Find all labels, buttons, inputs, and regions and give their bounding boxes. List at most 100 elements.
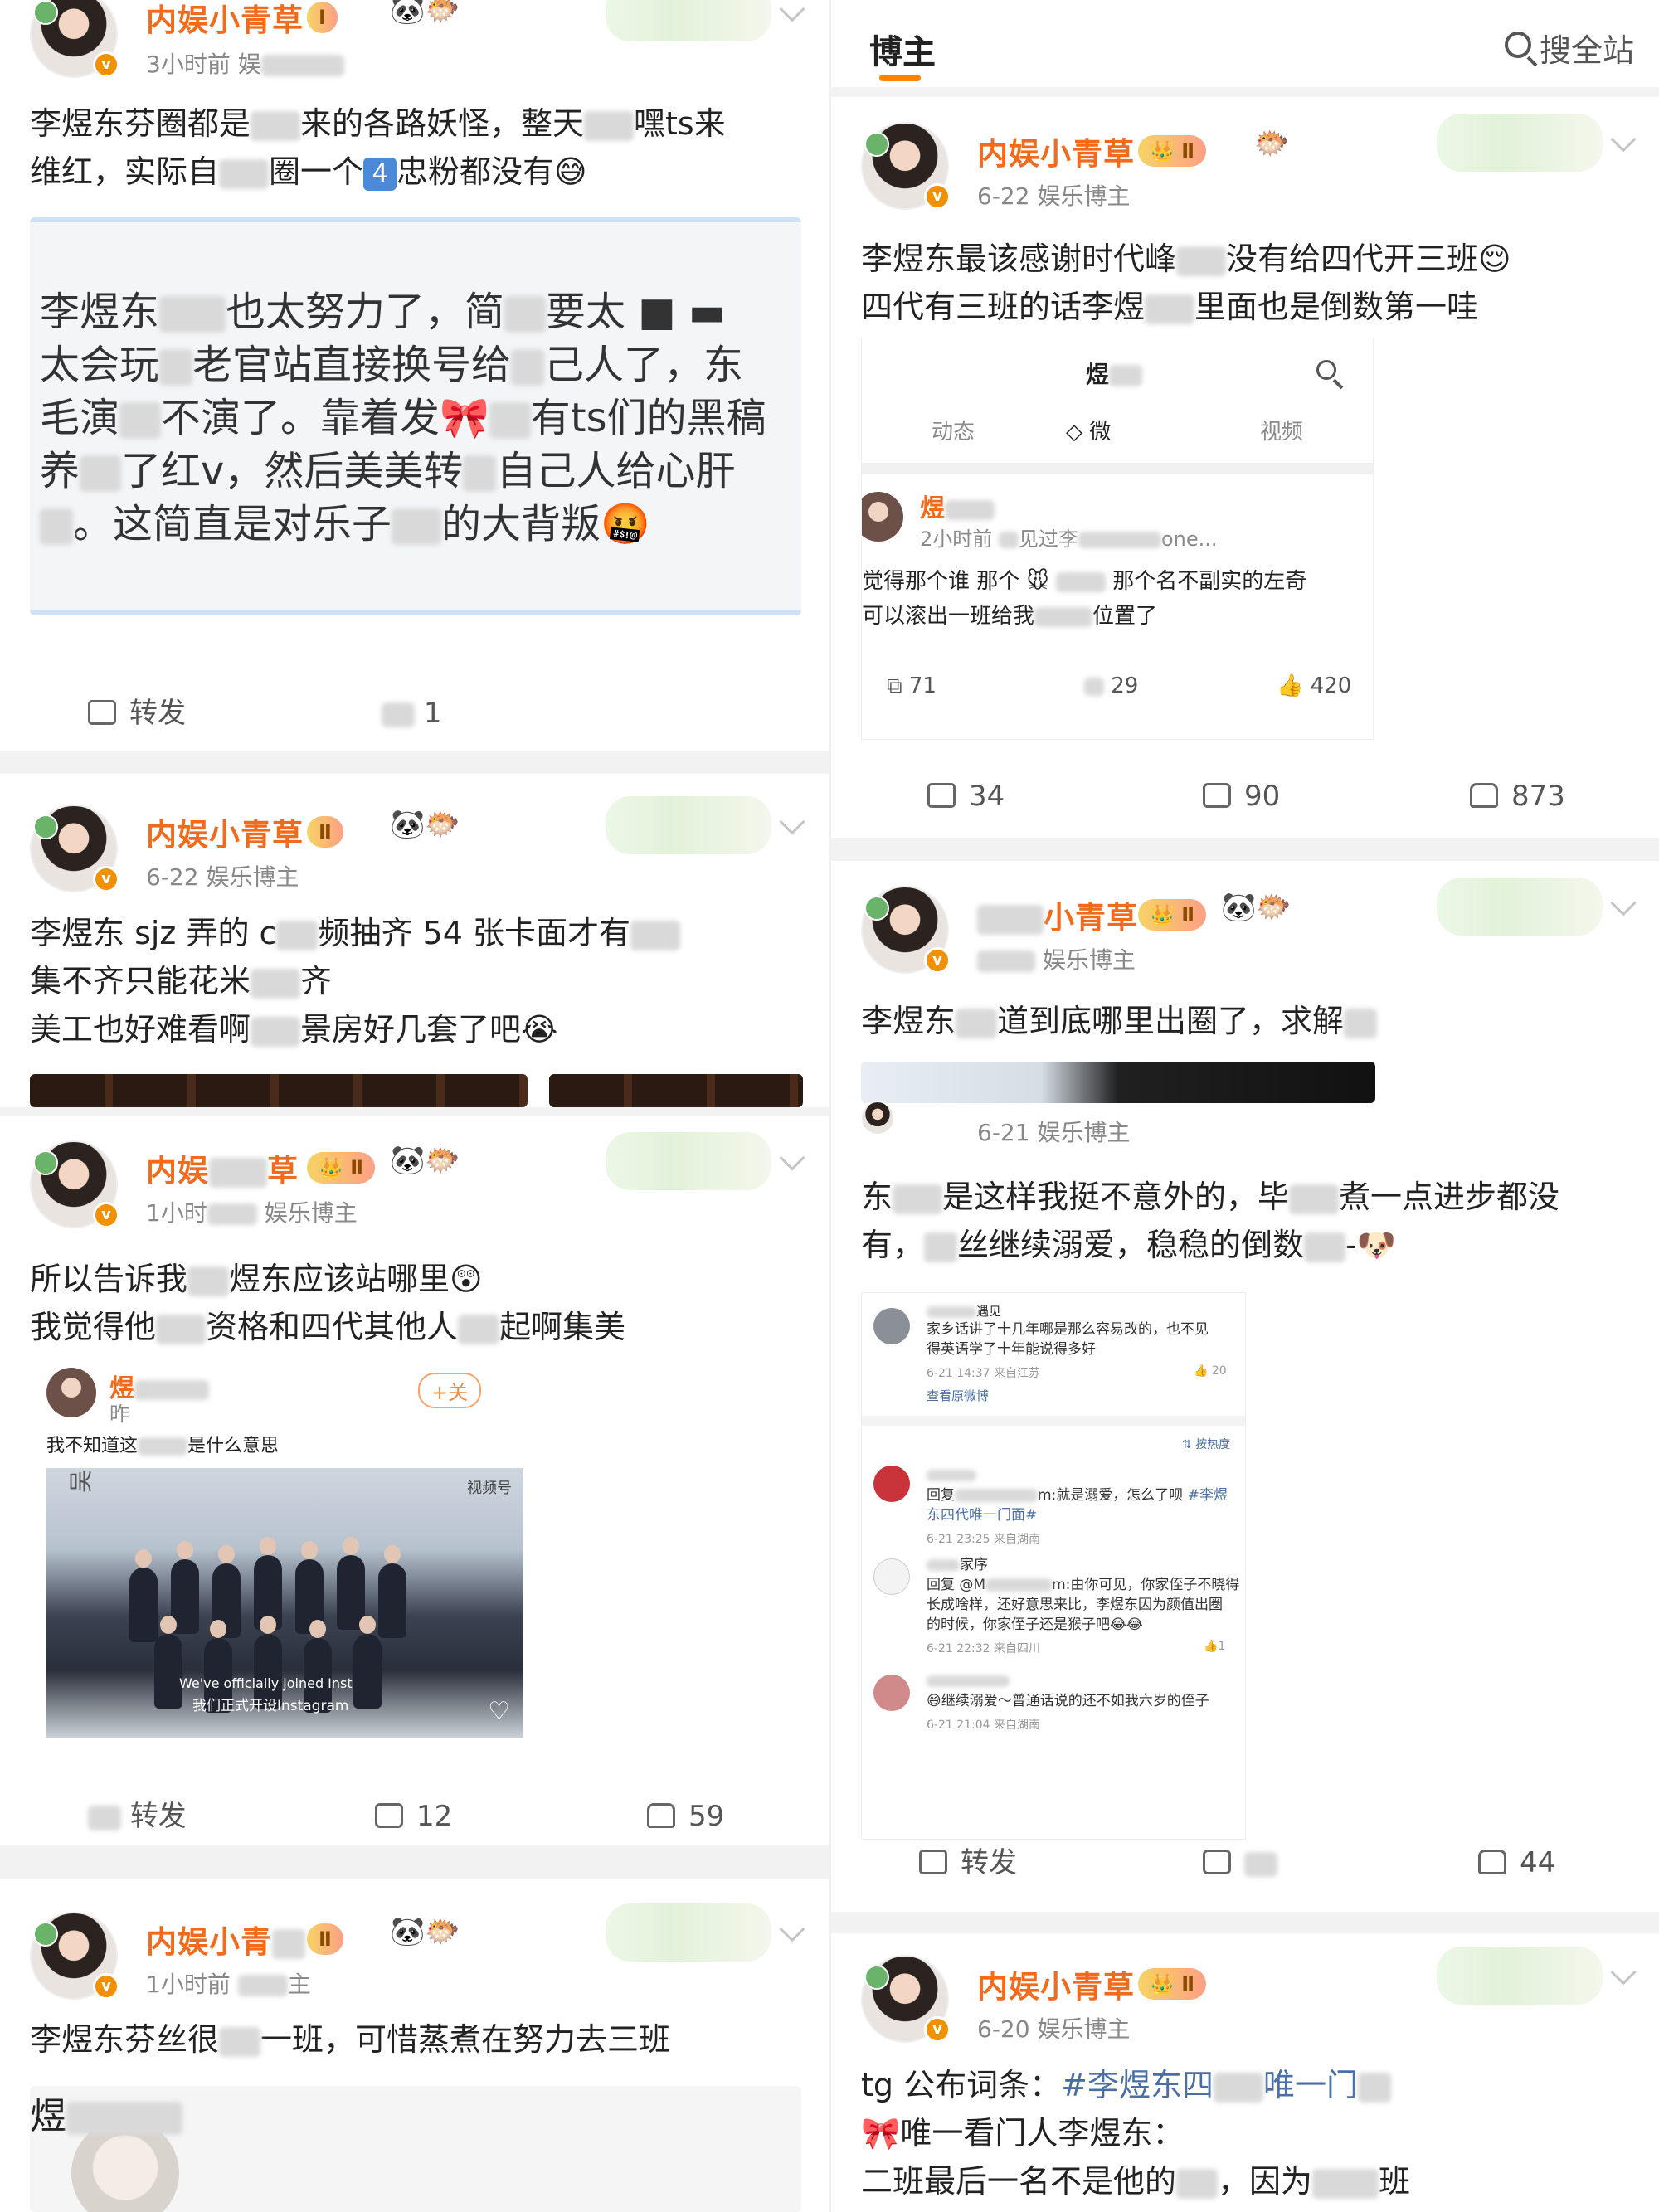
- fish-emoji-icon: 🐡: [425, 1144, 460, 1177]
- post-text: 东是这样我挺不意外的，毕 煮一点进步都没 有， 丝继续溺爱，稳稳的倒数 -🐶: [861, 1179, 1560, 1263]
- username[interactable]: 内娱小青草: [146, 0, 304, 40]
- v-badge-icon: v: [924, 2016, 951, 2043]
- action-bar: 34 90 873: [831, 763, 1659, 829]
- comment-likes: 👍 20: [1194, 1364, 1227, 1378]
- quote-text: 李煜东 也太努力了，简 要太 ■ ▬ 太会玩 老官站直接换号给 己人了，东 毛演 不演了。…: [40, 289, 766, 547]
- level-badge: Ⅱ: [307, 1923, 343, 1955]
- decoration-card-icon: [1437, 1947, 1603, 2005]
- chevron-down-icon[interactable]: [779, 809, 805, 835]
- chevron-down-icon[interactable]: [779, 0, 805, 22]
- avatar[interactable]: v: [861, 886, 951, 974]
- comment-meta: 6-21 14:37 来自江苏: [927, 1367, 1041, 1380]
- post-card[interactable]: v 内娱草 👑 Ⅱ 🐼 🐡 1小时 娱乐博主 所以告诉我 煜东应该站哪里😲 我觉得…: [0, 1116, 830, 1845]
- embedded-screenshot[interactable]: 煜: [30, 2086, 801, 2212]
- search-label[interactable]: 搜全站: [1540, 25, 1634, 70]
- divider: [831, 1912, 1659, 1933]
- panda-emoji-icon: 🐼: [390, 1144, 426, 1177]
- profile-header: 博主 搜全站: [831, 0, 1659, 87]
- post-card[interactable]: v 内娱小青 Ⅱ 🐼 🐡 1小时前 主 李煜东芬丝很 一班，可惜蒸煮在努力去三班 …: [0, 1879, 830, 2212]
- avatar[interactable]: v: [30, 0, 119, 78]
- chevron-down-icon[interactable]: [1610, 1959, 1637, 1986]
- divider: [0, 1107, 830, 1116]
- chevron-down-icon[interactable]: [1610, 890, 1637, 916]
- comment-button[interactable]: 1: [382, 680, 441, 746]
- verified-icon: [33, 0, 58, 25]
- username[interactable]: 小青草: [977, 892, 1138, 937]
- comment-button[interactable]: [1203, 1830, 1277, 1896]
- embedded-username: 煜: [920, 488, 995, 524]
- left-screenshot-column: v 内娱小青草 Ⅰ 🐼 🐡 3小时前 娱 李煜东芬圈都是 来的各路妖怪，整天 嘿ts…: [0, 0, 830, 2212]
- like-button[interactable]: 59: [647, 1783, 724, 1845]
- like-button[interactable]: 44: [1478, 1830, 1555, 1896]
- repost-button[interactable]: 34: [927, 763, 1005, 829]
- post-time: 6-20 娱乐博主: [977, 2015, 1131, 2043]
- comment-button[interactable]: 90: [1203, 763, 1280, 829]
- repost-button[interactable]: 转发: [88, 680, 186, 746]
- verified-icon: [864, 896, 889, 921]
- group-photo: 吴 视频号 We've officially joined Inst 我们正式开…: [46, 1468, 523, 1738]
- embedded-screenshot[interactable]: 煜 动态 ◇ 微 视频 煜 2小时前 见过李 one... 觉得那个谁 那个 🐭 …: [861, 338, 1374, 740]
- embedded-tab-video: 视频: [1260, 420, 1304, 445]
- post-card[interactable]: v 内娱小青草 👑 Ⅱ 🐡 6-22 娱乐博主 李煜东最该感谢时代峰 没有给四代开…: [831, 97, 1659, 848]
- avatar: [873, 1308, 910, 1344]
- repost-icon: [919, 1849, 947, 1874]
- username[interactable]: 内娱小青草: [146, 809, 304, 854]
- chevron-down-icon[interactable]: [1610, 126, 1637, 153]
- embedded-text: 可以滚出一班给我 位置了: [862, 604, 1158, 629]
- comment-text: 回复 m:就是溺爱，怎么了呗 #李煜: [927, 1487, 1228, 1504]
- decoration-card-icon: [606, 1903, 771, 1962]
- embedded-title: 煜: [1086, 357, 1143, 390]
- embedded-screenshot[interactable]: 煜 昨 +关 我不知道这 是什么意思 吴 视频号 We've officially…: [30, 1356, 528, 1738]
- avatar[interactable]: v: [861, 1955, 951, 2043]
- number-four-emoji: 4: [363, 157, 397, 191]
- repost-button[interactable]: 转发: [919, 1830, 1017, 1896]
- chevron-down-icon[interactable]: [779, 1145, 805, 1171]
- post-card[interactable]: v 内娱小青草 Ⅰ 🐼 🐡 3小时前 娱 李煜东芬圈都是 来的各路妖怪，整天 嘿ts…: [0, 0, 830, 746]
- divider: [831, 838, 1659, 861]
- fish-emoji-icon: 🐡: [1254, 127, 1290, 160]
- post-image[interactable]: [30, 1074, 528, 1107]
- post-card[interactable]: v 小青草 👑 Ⅱ 🐼 🐡 娱乐博主 李煜东 道到底哪里出圈了，求解 6-21 娱…: [831, 861, 1659, 1918]
- post-text: tg 公布词条：#李煜东四 唯一门 🎀唯一看门人李煜东： 二班最后一名不是他的 ，因…: [861, 2067, 1411, 2200]
- embedded-tab-weibo: ◇ 微: [1066, 420, 1112, 445]
- post-text: 李煜东芬丝很 一班，可惜蒸煮在努力去三班: [30, 2021, 671, 2058]
- repost-button[interactable]: 转发: [88, 1783, 187, 1845]
- embedded-likes: 👍 420: [1277, 673, 1352, 698]
- username[interactable]: 内娱小青草: [977, 1962, 1135, 2006]
- avatar[interactable]: v: [30, 1140, 119, 1228]
- embedded-comments-screenshot[interactable]: 遇见 家乡话讲了十几年哪是那么容易改的，也不见 得英语学了十年能说得多好 6-2…: [861, 1292, 1246, 1840]
- like-button[interactable]: 873: [1470, 763, 1565, 829]
- level-badge: Ⅰ: [307, 2, 338, 33]
- panda-emoji-icon: 🐼: [1221, 891, 1257, 924]
- tab-underline: [879, 75, 921, 81]
- repost-icon: [88, 699, 116, 725]
- post-time: 6-22 娱乐博主: [146, 863, 299, 891]
- post-card[interactable]: v 内娱小青草 Ⅱ 🐼 🐡 6-22 娱乐博主 李煜东 sjz 弄的 c 频抽齐 …: [0, 780, 830, 1107]
- panda-emoji-icon: 🐼: [390, 1915, 426, 1948]
- avatar[interactable]: v: [30, 805, 119, 892]
- avatar: [873, 1558, 910, 1595]
- panda-emoji-icon: 🐼: [390, 808, 426, 841]
- follow-button: +关: [418, 1373, 482, 1408]
- sort-toggle: ⇅ 按热度: [1182, 1438, 1231, 1451]
- post-image[interactable]: [861, 1062, 1375, 1103]
- v-badge-icon: v: [93, 1973, 119, 2000]
- username[interactable]: 内娱草: [146, 1145, 299, 1190]
- search-icon[interactable]: [1505, 32, 1531, 58]
- post-card[interactable]: v 内娱小青草 👑 Ⅱ 6-20 娱乐博主 tg 公布词条：#李煜东四 唯一门 🎀…: [831, 1933, 1659, 2212]
- avatar[interactable]: v: [861, 122, 951, 210]
- decoration-card-icon: [1437, 878, 1603, 936]
- watermark-logo: 吴: [67, 1469, 95, 1493]
- comment-button[interactable]: 12: [375, 1783, 452, 1845]
- post-time: 6-22 娱乐博主: [977, 182, 1131, 210]
- username[interactable]: 内娱小青: [146, 1917, 305, 1962]
- quote-image[interactable]: 李煜东 也太努力了，简 要太 ■ ▬ 太会玩 老官站直接换号给 己人了，东 毛演 不演了。…: [30, 217, 801, 615]
- avatar[interactable]: v: [30, 1912, 119, 2000]
- embedded-comments: 29: [1084, 673, 1138, 698]
- comment-text: 长成啥样，还好意思来比，李煜东因为颜值出圈: [927, 1597, 1223, 1613]
- post-time: 娱乐博主: [977, 942, 1136, 975]
- tab-blogger[interactable]: 博主: [869, 25, 936, 73]
- post-image[interactable]: [549, 1074, 803, 1107]
- chevron-down-icon[interactable]: [779, 1916, 805, 1942]
- username[interactable]: 内娱小青草: [977, 129, 1135, 173]
